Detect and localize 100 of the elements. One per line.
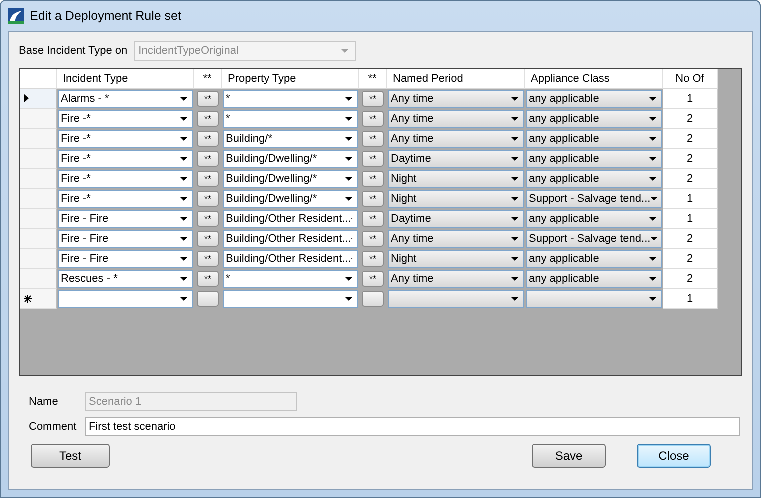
ellipsis-button[interactable]: ** bbox=[362, 211, 384, 227]
ellipsis-button[interactable]: ** bbox=[362, 171, 384, 187]
appliance-class-dropdown[interactable]: any applicable bbox=[526, 170, 662, 188]
ellipsis-button[interactable] bbox=[197, 291, 219, 307]
caret-icon bbox=[649, 117, 657, 121]
caret-icon bbox=[649, 277, 657, 281]
property-type-dropdown[interactable]: Building/Dwelling/* bbox=[223, 170, 358, 188]
ellipsis-button[interactable]: ** bbox=[362, 251, 384, 267]
property-type-dropdown[interactable] bbox=[223, 290, 358, 308]
appliance-class-dropdown[interactable]: any applicable bbox=[526, 130, 662, 148]
caret-icon bbox=[345, 297, 353, 301]
incident-type-dropdown[interactable]: Fire -* bbox=[58, 190, 193, 208]
column-header[interactable]: Appliance Class bbox=[525, 69, 663, 89]
ellipsis-button[interactable]: ** bbox=[197, 211, 219, 227]
property-type-dropdown[interactable]: Building/Other Resident... bbox=[223, 250, 358, 268]
appliance-class-dropdown[interactable]: any applicable bbox=[526, 270, 662, 288]
incident-type-dropdown[interactable]: Fire -* bbox=[58, 110, 193, 128]
property-type-dropdown[interactable]: * bbox=[223, 110, 358, 128]
ellipsis-button[interactable]: ** bbox=[362, 151, 384, 167]
property-type-dropdown[interactable]: * bbox=[223, 90, 358, 108]
ellipsis-button[interactable]: ** bbox=[362, 231, 384, 247]
appliance-class-dropdown[interactable]: any applicable bbox=[526, 250, 662, 268]
table-cell[interactable]: 1 bbox=[663, 189, 718, 209]
incident-type-dropdown[interactable]: Fire - Fire bbox=[58, 250, 193, 268]
appliance-class-dropdown[interactable]: any applicable bbox=[526, 210, 662, 228]
named-period-dropdown[interactable]: Any time bbox=[388, 270, 524, 288]
table-cell[interactable]: 2 bbox=[663, 229, 718, 249]
dialog-button[interactable]: Save bbox=[532, 444, 606, 468]
dialog-button[interactable]: Test bbox=[31, 444, 110, 468]
table-cell[interactable]: 2 bbox=[663, 109, 718, 129]
incident-type-dropdown[interactable]: Fire -* bbox=[58, 150, 193, 168]
named-period-dropdown[interactable]: Any time bbox=[388, 130, 524, 148]
caret-icon bbox=[345, 277, 353, 281]
property-type-dropdown[interactable]: Building/* bbox=[223, 130, 358, 148]
column-header[interactable]: No Of bbox=[663, 69, 718, 89]
table-cell[interactable]: 1 bbox=[663, 89, 718, 109]
ellipsis-button[interactable]: ** bbox=[197, 131, 219, 147]
incident-type-dropdown[interactable]: Alarms - * bbox=[58, 90, 193, 108]
column-header[interactable]: Incident Type bbox=[57, 69, 194, 89]
appliance-class-dropdown[interactable]: Support - Salvage tend... bbox=[526, 190, 662, 208]
incident-type-dropdown[interactable]: Rescues - * bbox=[58, 270, 193, 288]
appliance-class-dropdown[interactable]: any applicable bbox=[526, 110, 662, 128]
named-period-dropdown[interactable]: Any time bbox=[388, 230, 524, 248]
caret-icon bbox=[649, 97, 657, 101]
caret-icon bbox=[180, 137, 188, 141]
column-header[interactable]: ** bbox=[359, 69, 387, 89]
named-period-dropdown[interactable]: Night bbox=[388, 190, 524, 208]
named-period-dropdown[interactable]: Daytime bbox=[388, 210, 524, 228]
table-cell[interactable]: 2 bbox=[663, 169, 718, 189]
ellipsis-button[interactable]: ** bbox=[362, 131, 384, 147]
incident-type-dropdown[interactable]: Fire -* bbox=[58, 130, 193, 148]
name-label: Name bbox=[29, 396, 60, 408]
incident-type-dropdown[interactable]: Fire - Fire bbox=[58, 230, 193, 248]
property-type-dropdown[interactable]: Building/Other Resident... bbox=[223, 230, 358, 248]
named-period-dropdown[interactable]: Daytime bbox=[388, 150, 524, 168]
ellipsis-button[interactable]: ** bbox=[362, 191, 384, 207]
property-type-dropdown[interactable]: * bbox=[223, 270, 358, 288]
ellipsis-button[interactable]: ** bbox=[197, 231, 219, 247]
new-row-icon bbox=[24, 294, 32, 302]
column-header[interactable]: ** bbox=[194, 69, 222, 89]
column-header[interactable]: Property Type bbox=[222, 69, 359, 89]
property-type-dropdown[interactable]: Building/Dwelling/* bbox=[223, 150, 358, 168]
column-header[interactable]: Named Period bbox=[387, 69, 525, 89]
ellipsis-button[interactable]: ** bbox=[197, 171, 219, 187]
ellipsis-button[interactable]: ** bbox=[362, 111, 384, 127]
appliance-class-dropdown[interactable]: any applicable bbox=[526, 90, 662, 108]
table-cell[interactable]: 2 bbox=[663, 129, 718, 149]
table-cell[interactable]: 2 bbox=[663, 269, 718, 289]
ellipsis-button[interactable]: ** bbox=[362, 271, 384, 287]
row-header[interactable] bbox=[20, 289, 57, 309]
ellipsis-button[interactable] bbox=[362, 291, 384, 307]
base-incident-label: Base Incident Type on bbox=[19, 45, 128, 57]
ellipsis-button[interactable]: ** bbox=[197, 251, 219, 267]
comment-field[interactable]: First test scenario bbox=[85, 417, 740, 436]
property-type-dropdown[interactable]: Building/Dwelling/* bbox=[223, 190, 358, 208]
named-period-dropdown[interactable]: Any time bbox=[388, 110, 524, 128]
named-period-dropdown[interactable]: Any time bbox=[388, 90, 524, 108]
caret-icon bbox=[345, 97, 353, 101]
row-header[interactable] bbox=[20, 89, 57, 109]
window-title: Edit a Deployment Rule set bbox=[30, 9, 182, 23]
ellipsis-button[interactable]: ** bbox=[197, 271, 219, 287]
appliance-class-dropdown[interactable]: any applicable bbox=[526, 150, 662, 168]
dialog-button[interactable]: Close bbox=[637, 444, 711, 468]
table-cell[interactable]: 1 bbox=[663, 289, 718, 309]
named-period-dropdown[interactable]: Night bbox=[388, 250, 524, 268]
named-period-dropdown[interactable] bbox=[388, 290, 524, 308]
ellipsis-button[interactable]: ** bbox=[197, 151, 219, 167]
incident-type-dropdown[interactable]: Fire - Fire bbox=[58, 210, 193, 228]
table-cell[interactable]: 1 bbox=[663, 209, 718, 229]
ellipsis-button[interactable]: ** bbox=[197, 91, 219, 107]
appliance-class-dropdown[interactable]: Support - Salvage tend... bbox=[526, 230, 662, 248]
table-cell[interactable]: 2 bbox=[663, 149, 718, 169]
appliance-class-dropdown[interactable] bbox=[526, 290, 662, 308]
named-period-dropdown[interactable]: Night bbox=[388, 170, 524, 188]
ellipsis-button[interactable]: ** bbox=[197, 191, 219, 207]
table-cell[interactable]: 2 bbox=[663, 249, 718, 269]
incident-type-dropdown[interactable]: Fire -* bbox=[58, 170, 193, 188]
property-type-dropdown[interactable]: Building/Other Resident... bbox=[223, 210, 358, 228]
ellipsis-button[interactable]: ** bbox=[197, 111, 219, 127]
ellipsis-button[interactable]: ** bbox=[362, 91, 384, 107]
